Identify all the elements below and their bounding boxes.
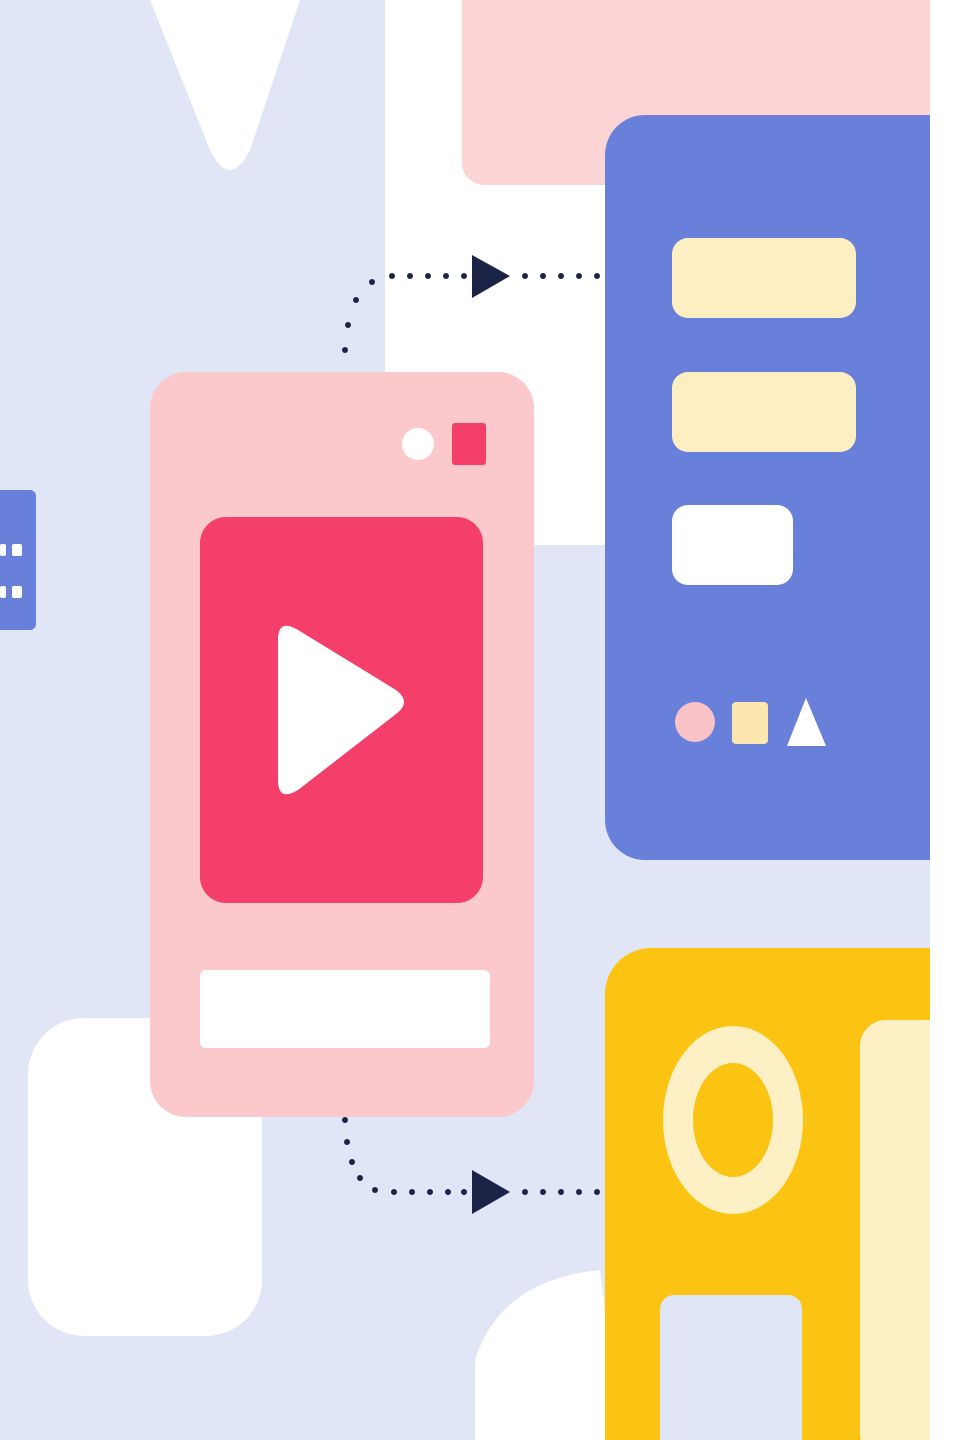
square-shape-icon [732,702,768,744]
thumb-panel [660,1295,802,1440]
camera-dot [402,428,434,460]
video-phone-card [150,372,534,1117]
gallery-card [605,948,960,1440]
illustration-scene [0,0,960,1440]
status-square [452,423,486,465]
content-card [605,115,960,860]
caption-bar [200,970,490,1048]
illustration-canvas [0,0,960,1440]
content-line [672,238,856,318]
circle-shape-icon [675,702,715,742]
content-line [672,372,856,452]
right-edge [930,0,960,1440]
content-line-short [672,505,793,585]
left-chip [0,490,36,630]
